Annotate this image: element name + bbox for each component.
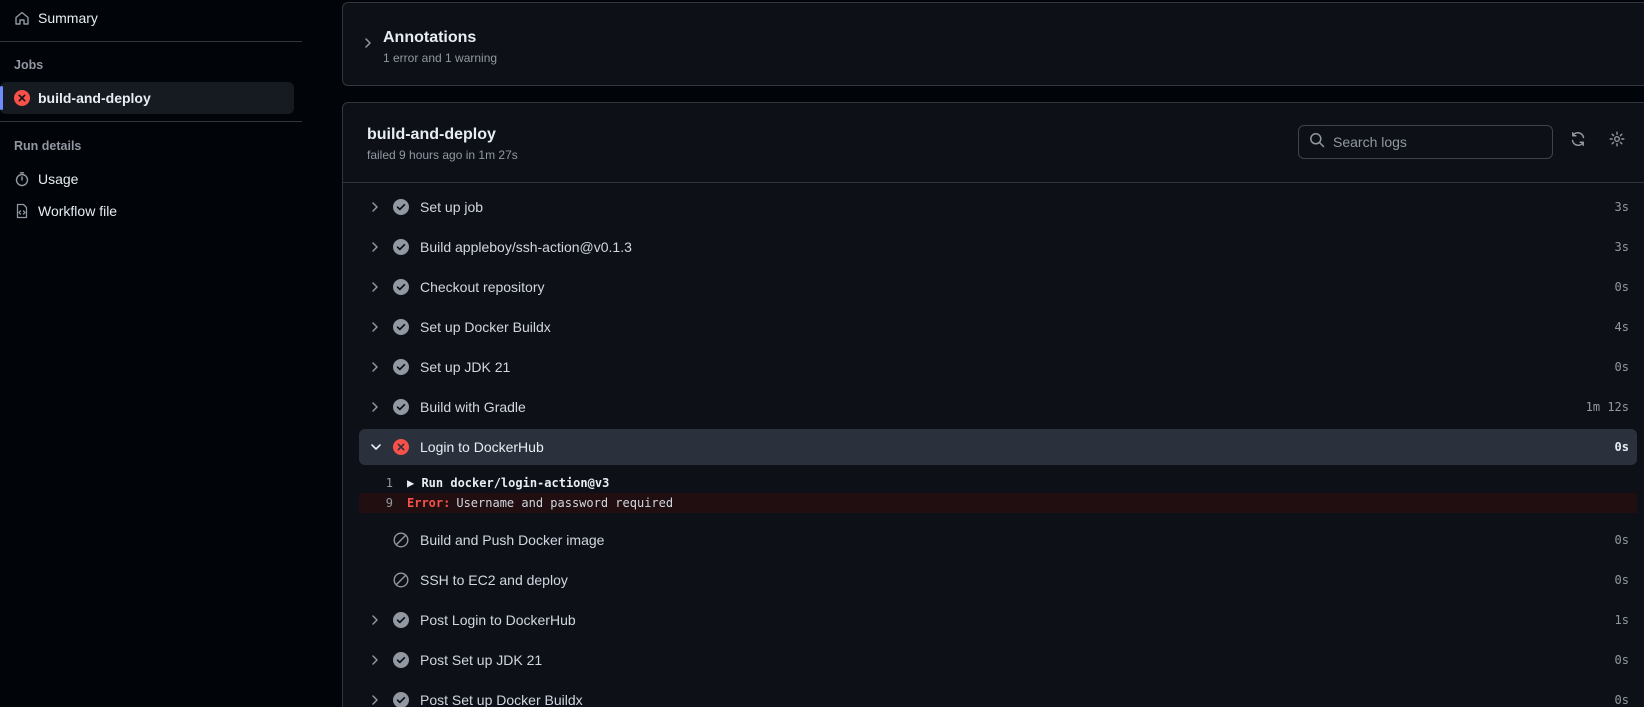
chevron-right-icon bbox=[369, 200, 381, 217]
step-duration: 0s bbox=[1614, 533, 1629, 547]
chevron-right-icon bbox=[369, 693, 381, 707]
log-line-text: ▶ Run docker/login-action@v3 bbox=[407, 476, 610, 490]
step-duration: 3s bbox=[1614, 240, 1629, 254]
search-icon bbox=[1309, 132, 1325, 153]
chevron-down-icon bbox=[369, 440, 383, 457]
step-duration: 1s bbox=[1614, 613, 1629, 627]
job-header: build-and-deploy failed 9 hours ago in 1… bbox=[343, 103, 1644, 183]
file-code-icon bbox=[14, 203, 30, 219]
app-root: Summary Jobs build-and-deploy Run detail… bbox=[0, 0, 1644, 707]
annotations-subtitle: 1 error and 1 warning bbox=[383, 51, 498, 65]
jobs-heading: Jobs bbox=[14, 58, 44, 72]
skip-icon bbox=[393, 532, 409, 551]
check-circle-fill-icon bbox=[393, 692, 409, 707]
chevron-right-icon bbox=[363, 36, 373, 54]
refresh-button[interactable] bbox=[1567, 130, 1589, 152]
log-line-text: Username and password required bbox=[456, 496, 674, 510]
step-name: Post Login to DockerHub bbox=[420, 612, 576, 628]
home-icon bbox=[14, 10, 30, 26]
step-row[interactable]: Post Set up Docker Buildx 0s bbox=[359, 682, 1637, 707]
sidebar-item-label: Workflow file bbox=[38, 203, 118, 219]
step-name: Checkout repository bbox=[420, 279, 545, 295]
step-duration: 0s bbox=[1614, 693, 1629, 707]
step-duration: 0s bbox=[1614, 280, 1629, 294]
sidebar-divider bbox=[0, 121, 302, 122]
step-row[interactable]: Build appleboy/ssh-action@v0.1.3 3s bbox=[359, 229, 1637, 265]
run-details-heading: Run details bbox=[14, 139, 82, 153]
annotations-panel[interactable]: Annotations 1 error and 1 warning bbox=[342, 2, 1644, 86]
step-row[interactable]: Post Set up JDK 21 0s bbox=[359, 642, 1637, 678]
log-line-number: 1 bbox=[385, 476, 393, 490]
stopwatch-icon bbox=[14, 171, 30, 187]
skip-icon bbox=[393, 572, 409, 591]
check-circle-fill-icon bbox=[393, 612, 409, 631]
check-circle-fill-icon bbox=[393, 399, 409, 418]
step-row[interactable]: Checkout repository 0s bbox=[359, 269, 1637, 305]
step-row[interactable]: Build with Gradle 1m 12s bbox=[359, 389, 1637, 425]
chevron-right-icon bbox=[369, 360, 381, 377]
chevron-right-icon bbox=[369, 400, 381, 417]
chevron-right-icon bbox=[369, 280, 381, 297]
step-name: Post Set up Docker Buildx bbox=[420, 692, 583, 707]
chevron-right-icon bbox=[369, 613, 381, 630]
step-row[interactable]: SSH to EC2 and deploy 0s bbox=[359, 562, 1637, 598]
step-row[interactable]: Set up job 3s bbox=[359, 189, 1637, 225]
sidebar-item-label: Summary bbox=[38, 10, 98, 26]
chevron-right-icon bbox=[369, 240, 381, 257]
step-duration: 0s bbox=[1614, 360, 1629, 374]
step-duration: 0s bbox=[1614, 573, 1629, 587]
sidebar-item-label: build-and-deploy bbox=[38, 90, 151, 106]
step-row[interactable]: Build and Push Docker image 0s bbox=[359, 522, 1637, 558]
step-name: Set up job bbox=[420, 199, 484, 215]
step-row[interactable]: Set up JDK 21 0s bbox=[359, 349, 1637, 385]
check-circle-fill-icon bbox=[393, 239, 409, 258]
log-line[interactable]: 1 ▶ Run docker/login-action@v3 bbox=[359, 473, 1637, 493]
settings-button[interactable] bbox=[1606, 130, 1628, 152]
step-duration: 0s bbox=[1614, 653, 1629, 667]
log-line-number: 9 bbox=[385, 496, 393, 510]
check-circle-fill-icon bbox=[393, 319, 409, 338]
check-circle-fill-icon bbox=[393, 652, 409, 671]
check-circle-fill-icon bbox=[393, 199, 409, 218]
sync-icon bbox=[1570, 131, 1586, 152]
step-name: Build appleboy/ssh-action@v0.1.3 bbox=[420, 239, 632, 255]
step-name: Set up Docker Buildx bbox=[420, 319, 551, 335]
check-circle-fill-icon bbox=[393, 279, 409, 298]
sidebar: Summary Jobs build-and-deploy Run detail… bbox=[0, 0, 302, 707]
step-row[interactable]: Set up Docker Buildx 4s bbox=[359, 309, 1637, 345]
gear-icon bbox=[1609, 131, 1625, 152]
step-name: Post Set up JDK 21 bbox=[420, 652, 543, 668]
x-circle-fill-icon bbox=[14, 90, 30, 106]
step-name: SSH to EC2 and deploy bbox=[420, 572, 568, 588]
job-log-panel: build-and-deploy failed 9 hours ago in 1… bbox=[342, 102, 1644, 707]
error-label: Error: bbox=[407, 496, 451, 510]
sidebar-divider bbox=[0, 41, 302, 42]
annotations-title: Annotations bbox=[383, 29, 477, 46]
chevron-right-icon bbox=[369, 653, 381, 670]
step-duration: 0s bbox=[1614, 440, 1629, 454]
step-duration: 4s bbox=[1614, 320, 1629, 334]
search-logs-box[interactable] bbox=[1298, 125, 1553, 159]
step-name: Login to DockerHub bbox=[420, 439, 544, 455]
step-duration: 3s bbox=[1614, 200, 1629, 214]
check-circle-fill-icon bbox=[393, 359, 409, 378]
step-row-expanded[interactable]: Login to DockerHub 0s bbox=[359, 429, 1637, 465]
step-name: Build and Push Docker image bbox=[420, 532, 605, 548]
job-title: build-and-deploy bbox=[367, 126, 496, 143]
job-subtitle: failed 9 hours ago in 1m 27s bbox=[367, 148, 518, 162]
step-row[interactable]: Post Login to DockerHub 1s bbox=[359, 602, 1637, 638]
log-line-error[interactable]: 9 Error: Username and password required bbox=[359, 493, 1637, 513]
x-circle-fill-icon bbox=[393, 439, 409, 458]
sidebar-item-usage[interactable]: Usage bbox=[0, 163, 294, 195]
sidebar-item-workflow-file[interactable]: Workflow file bbox=[0, 195, 294, 227]
step-name: Build with Gradle bbox=[420, 399, 526, 415]
sidebar-item-label: Usage bbox=[38, 171, 79, 187]
step-duration: 1m 12s bbox=[1585, 400, 1629, 414]
sidebar-item-summary[interactable]: Summary bbox=[0, 2, 294, 34]
chevron-right-icon bbox=[369, 320, 381, 337]
sidebar-item-build-and-deploy[interactable]: build-and-deploy bbox=[0, 82, 294, 114]
step-name: Set up JDK 21 bbox=[420, 359, 511, 375]
search-logs-input[interactable] bbox=[1333, 134, 1533, 150]
